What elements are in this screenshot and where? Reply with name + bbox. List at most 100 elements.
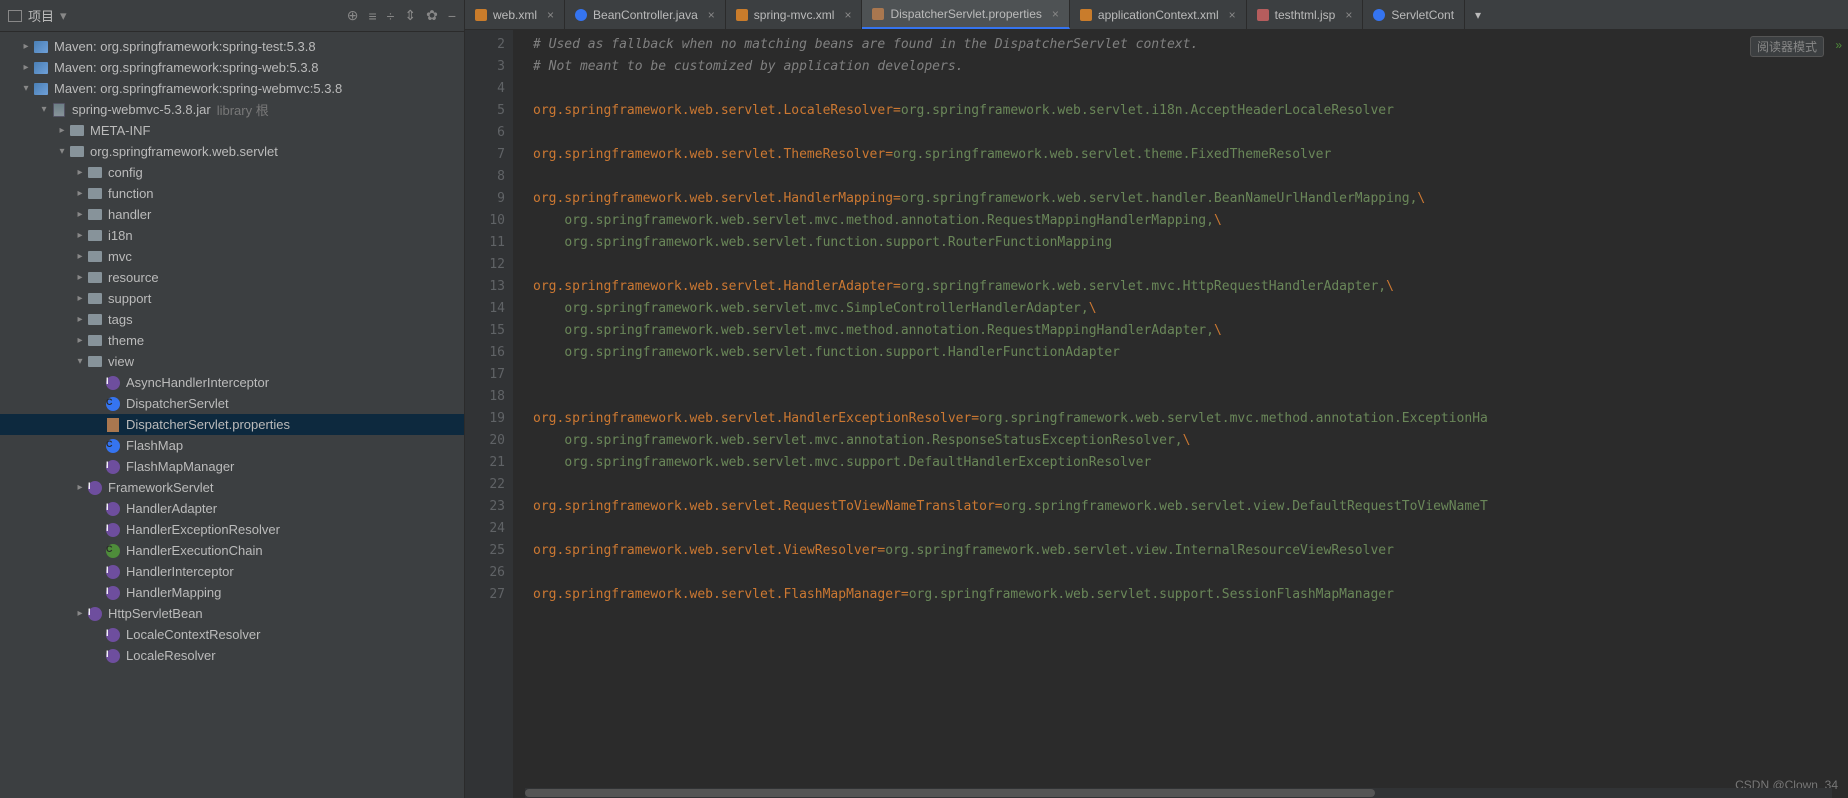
tree-node[interactable]: ▸META-INF — [0, 120, 464, 141]
project-sidebar: 项目 ▾ ⊕ ≡ ÷ ⇕ ✿ − ▸Maven: org.springframe… — [0, 0, 465, 798]
chevron-down-icon[interactable]: ▾ — [18, 83, 34, 94]
tree-node[interactable]: IHandlerInterceptor — [0, 561, 464, 582]
collapse-all-icon[interactable]: ÷ — [387, 8, 395, 24]
close-icon[interactable]: × — [844, 8, 851, 22]
tree-node-label: Maven: org.springframework:spring-web:5.… — [54, 60, 318, 75]
tree-node[interactable]: ▸IFrameworkServlet — [0, 477, 464, 498]
editor-tab[interactable]: ServletCont — [1363, 0, 1465, 29]
tree-node[interactable]: IHandlerAdapter — [0, 498, 464, 519]
tree-node[interactable]: IAsyncHandlerInterceptor — [0, 372, 464, 393]
chevron-right-icon[interactable]: ▸ — [72, 482, 88, 493]
close-icon[interactable]: × — [1229, 8, 1236, 22]
editor-tab[interactable]: BeanController.java× — [565, 0, 726, 29]
tree-node[interactable]: ▸theme — [0, 330, 464, 351]
editor-tab[interactable]: DispatcherServlet.properties× — [862, 0, 1069, 29]
code-line — [533, 562, 1848, 584]
chevron-down-icon[interactable]: ▾ — [54, 146, 70, 157]
expand-icon[interactable]: » — [1835, 38, 1842, 52]
maven-icon — [34, 40, 48, 54]
tree-node[interactable]: CFlashMap — [0, 435, 464, 456]
hide-icon[interactable]: − — [448, 8, 456, 24]
editor-tab[interactable]: spring-mvc.xml× — [726, 0, 863, 29]
tree-node[interactable]: ▸resource — [0, 267, 464, 288]
project-tree[interactable]: ▸Maven: org.springframework:spring-test:… — [0, 32, 464, 798]
close-icon[interactable]: × — [1052, 7, 1059, 21]
jsp-file-icon — [1257, 9, 1269, 21]
tree-node[interactable]: ▸mvc — [0, 246, 464, 267]
tree-node[interactable]: ▾org.springframework.web.servlet — [0, 141, 464, 162]
chevron-right-icon[interactable]: ▸ — [72, 230, 88, 241]
tree-node-label: DispatcherServlet.properties — [126, 417, 290, 432]
close-icon[interactable]: × — [547, 8, 554, 22]
chevron-right-icon[interactable]: ▸ — [72, 335, 88, 346]
tree-node[interactable]: ▸Maven: org.springframework:spring-test:… — [0, 36, 464, 57]
chevron-right-icon[interactable]: ▸ — [18, 41, 34, 52]
scrollbar-thumb[interactable] — [525, 789, 1375, 797]
code-line: org.springframework.web.servlet.ThemeRes… — [533, 144, 1848, 166]
tree-node[interactable]: ▸function — [0, 183, 464, 204]
chevron-right-icon[interactable]: ▸ — [54, 125, 70, 136]
editor-tab[interactable]: testhtml.jsp× — [1247, 0, 1364, 29]
tree-node[interactable]: ▸ i18n — [0, 225, 464, 246]
tree-node[interactable]: ▸config — [0, 162, 464, 183]
tree-node[interactable]: ▸ Maven: org.springframework:spring-web:5… — [0, 57, 464, 78]
tree-node[interactable]: CDispatcherServlet — [0, 393, 464, 414]
properties-file-icon — [106, 418, 120, 432]
editor-tab[interactable]: applicationContext.xml× — [1070, 0, 1247, 29]
line-gutter: 2345678910111213141516171819202122232425… — [465, 30, 513, 798]
tabs-overflow[interactable]: ▾ — [1465, 0, 1491, 29]
tree-node-label: DispatcherServlet — [126, 396, 229, 411]
close-icon[interactable]: × — [1345, 8, 1352, 22]
tree-node[interactable]: ▸handler — [0, 204, 464, 225]
code-line: org.springframework.web.servlet.LocaleRe… — [533, 100, 1848, 122]
tree-node[interactable]: ▾Maven: org.springframework:spring-webmv… — [0, 78, 464, 99]
tree-node-label: i18n — [108, 228, 133, 243]
sort-icon[interactable]: ⇕ — [404, 7, 416, 24]
settings-icon[interactable]: ✿ — [426, 7, 438, 24]
tree-node[interactable]: ▸IHttpServletBean — [0, 603, 464, 624]
tree-node[interactable]: DispatcherServlet.properties — [0, 414, 464, 435]
horizontal-scrollbar[interactable] — [525, 788, 1832, 798]
tree-node[interactable]: ▾view — [0, 351, 464, 372]
interface-icon: I — [106, 502, 120, 516]
tree-node[interactable]: ▸support — [0, 288, 464, 309]
tree-node[interactable]: ▾spring-webmvc-5.3.8.jarlibrary 根 — [0, 99, 464, 120]
chevron-right-icon[interactable]: ▸ — [72, 188, 88, 199]
tree-node[interactable]: ILocaleContextResolver — [0, 624, 464, 645]
chevron-down-icon[interactable]: ▾ — [36, 104, 52, 115]
tree-node[interactable]: IHandlerExceptionResolver — [0, 519, 464, 540]
tree-node[interactable]: CHandlerExecutionChain — [0, 540, 464, 561]
tree-node-suffix: library 根 — [217, 100, 269, 119]
chevron-right-icon[interactable]: ▸ — [72, 608, 88, 619]
chevron-right-icon[interactable]: ▸ — [72, 272, 88, 283]
maven-icon — [34, 82, 48, 96]
close-icon[interactable]: × — [708, 8, 715, 22]
tree-node[interactable]: ILocaleResolver — [0, 645, 464, 666]
code-line — [533, 518, 1848, 540]
tree-node[interactable]: IHandlerMapping — [0, 582, 464, 603]
editor-tab[interactable]: web.xml× — [465, 0, 565, 29]
reader-mode-badge[interactable]: 阅读器模式 — [1750, 36, 1824, 57]
chevron-right-icon[interactable]: ▸ — [72, 251, 88, 262]
folder-icon — [88, 334, 102, 348]
chevron-right-icon[interactable]: ▸ — [72, 293, 88, 304]
chevron-right-icon[interactable]: ▸ — [72, 209, 88, 220]
tab-label: ServletCont — [1391, 8, 1454, 22]
sidebar-title[interactable]: 项目 ▾ — [8, 6, 67, 25]
code-content[interactable]: # Used as fallback when no matching bean… — [513, 30, 1848, 798]
maven-icon — [34, 61, 48, 75]
chevron-right-icon[interactable]: ▸ — [18, 62, 34, 73]
chevron-down-icon[interactable]: ▾ — [72, 356, 88, 367]
folder-icon — [88, 313, 102, 327]
tree-node-label: FlashMap — [126, 438, 183, 453]
jar-icon — [52, 103, 66, 117]
tree-node-label: HandlerExceptionResolver — [126, 522, 280, 537]
interface-icon: I — [106, 586, 120, 600]
expand-all-icon[interactable]: ≡ — [368, 8, 376, 24]
chevron-right-icon[interactable]: ▸ — [72, 314, 88, 325]
chevron-right-icon[interactable]: ▸ — [72, 167, 88, 178]
tree-node[interactable]: IFlashMapManager — [0, 456, 464, 477]
code-line: org.springframework.web.servlet.HandlerA… — [533, 276, 1848, 298]
locate-icon[interactable]: ⊕ — [347, 7, 359, 24]
tree-node[interactable]: ▸tags — [0, 309, 464, 330]
